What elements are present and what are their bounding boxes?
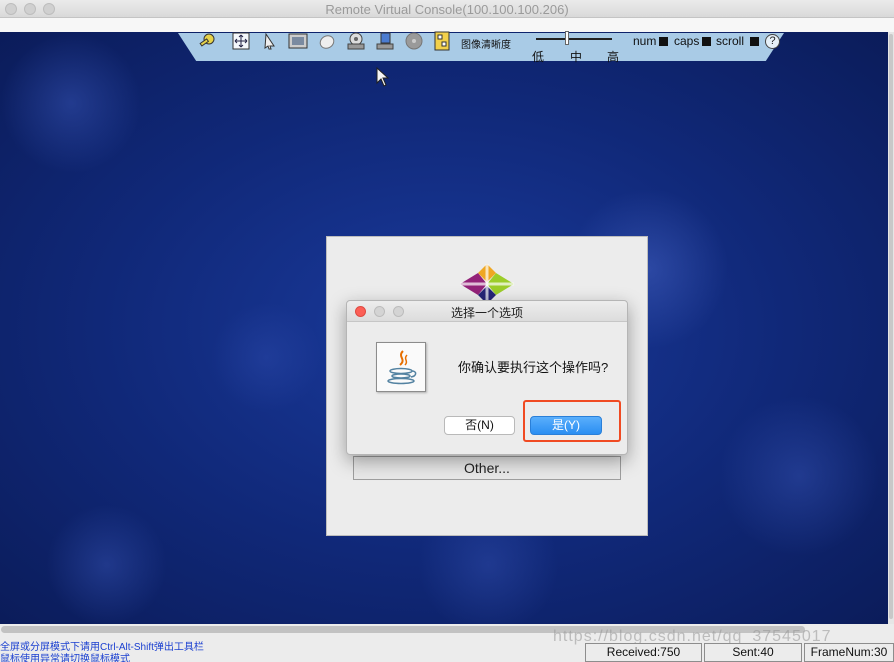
key-icon[interactable] — [196, 30, 218, 52]
image-quality-label: 图像清晰度 — [461, 40, 511, 51]
help-button[interactable]: ? — [765, 34, 780, 49]
quality-slider-thumb[interactable] — [565, 31, 569, 45]
other-button[interactable]: Other... — [353, 456, 621, 480]
mouse-icon[interactable] — [316, 30, 338, 52]
floppy-icon[interactable] — [374, 30, 396, 52]
sent-counter: Sent:40 — [704, 643, 802, 662]
quality-slider-track[interactable] — [536, 38, 612, 40]
num-lock-label: num — [633, 34, 657, 48]
vertical-scrollbar[interactable] — [888, 32, 894, 624]
dialog-message: 你确认要执行这个操作吗? — [458, 360, 609, 375]
framenum-counter: FrameNum:30 — [804, 643, 894, 662]
mouse-cursor-icon — [376, 67, 390, 87]
num-lock-indicator — [659, 37, 668, 46]
move-icon[interactable] — [230, 30, 252, 52]
no-button[interactable]: 否(N) — [444, 416, 515, 435]
quality-low-label: 低 — [532, 50, 545, 64]
dialog-titlebar: 选择一个选项 — [347, 301, 627, 322]
disc-icon[interactable] — [403, 30, 425, 52]
window-titlebar: Remote Virtual Console(100.100.100.206) — [0, 0, 894, 18]
film-icon[interactable] — [287, 30, 309, 52]
dialog-title: 选择一个选项 — [450, 306, 523, 320]
quality-mid-label: 中 — [570, 50, 583, 64]
mouse-hint-text: 鼠标使用异常请切换鼠标模式 — [0, 654, 130, 662]
caps-lock-label: caps — [674, 34, 700, 48]
image-file-icon[interactable] — [431, 30, 453, 52]
window-title: Remote Virtual Console(100.100.100.206) — [325, 2, 569, 17]
scroll-lock-indicator — [750, 37, 759, 46]
java-icon — [376, 342, 426, 392]
cd-drive-icon[interactable] — [345, 30, 367, 52]
yes-button-highlight — [523, 400, 621, 442]
vertical-scrollbar-thumb[interactable] — [889, 34, 893, 619]
received-counter: Received:750 — [585, 643, 702, 662]
scroll-lock-label: scroll — [716, 34, 745, 48]
caps-lock-indicator — [702, 37, 711, 46]
pointer-icon[interactable] — [259, 30, 281, 52]
quality-high-label: 高 — [607, 50, 620, 64]
